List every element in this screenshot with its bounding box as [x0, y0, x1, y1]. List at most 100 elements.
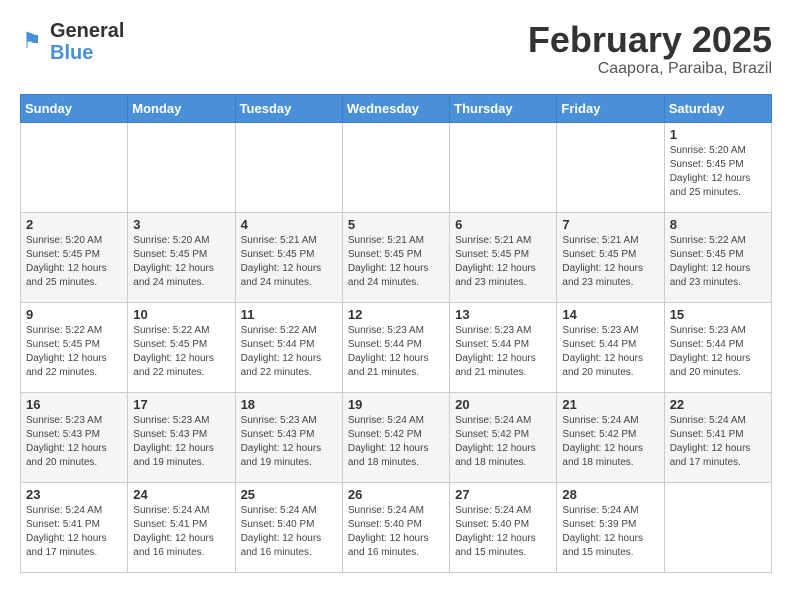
day-info: Sunrise: 5:24 AM Sunset: 5:42 PM Dayligh…	[455, 414, 551, 470]
day-info: Sunrise: 5:21 AM Sunset: 5:45 PM Dayligh…	[455, 234, 551, 290]
weekday-header-monday: Monday	[128, 94, 235, 122]
day-number: 24	[133, 487, 229, 502]
calendar-cell: 4Sunrise: 5:21 AM Sunset: 5:45 PM Daylig…	[235, 212, 342, 302]
month-year: February 2025	[528, 20, 772, 60]
day-info: Sunrise: 5:23 AM Sunset: 5:44 PM Dayligh…	[670, 324, 766, 380]
day-info: Sunrise: 5:23 AM Sunset: 5:44 PM Dayligh…	[455, 324, 551, 380]
day-number: 28	[562, 487, 658, 502]
weekday-header-friday: Friday	[557, 94, 664, 122]
day-number: 25	[241, 487, 337, 502]
calendar-cell	[664, 482, 771, 572]
weekday-header-thursday: Thursday	[450, 94, 557, 122]
calendar-cell: 1Sunrise: 5:20 AM Sunset: 5:45 PM Daylig…	[664, 122, 771, 212]
calendar-week-2: 2 Sunrise: 5:20 AM Sunset: 5:45 PM Daylig…	[21, 212, 772, 302]
calendar-cell: 24 Sunrise: 5:24 AM Sunset: 5:41 PM Dayli…	[128, 482, 235, 572]
day-number: 5	[348, 217, 444, 232]
calendar-cell: 17Sunrise: 5:23 AM Sunset: 5:43 PM Dayli…	[128, 392, 235, 482]
day-info: Sunrise: 5:21 AM Sunset: 5:45 PM Dayligh…	[562, 234, 658, 290]
weekday-header-tuesday: Tuesday	[235, 94, 342, 122]
day-info: Sunrise: 5:22 AM Sunset: 5:45 PM Dayligh…	[670, 234, 766, 290]
title-block: February 2025 Caapora, Paraiba, Brazil	[528, 20, 772, 78]
calendar-week-5: 23 Sunrise: 5:24 AM Sunset: 5:41 PM Dayli…	[21, 482, 772, 572]
day-info: Sunrise: 5:24 AM Sunset: 5:42 PM Dayligh…	[348, 414, 444, 470]
day-number: 15	[670, 307, 766, 322]
day-info: Sunrise: 5:21 AM Sunset: 5:45 PM Dayligh…	[348, 234, 444, 290]
day-info: Sunrise: 5:24 AM Sunset: 5:41 PM Dayligh…	[670, 414, 766, 470]
day-info: Sunrise: 5:22 AM Sunset: 5:45 PM Dayligh…	[133, 324, 229, 380]
day-number: 7	[562, 217, 658, 232]
day-info: Sunrise: 5:24 AM Sunset: 5:40 PM Dayligh…	[455, 504, 551, 560]
day-number: 10	[133, 307, 229, 322]
calendar-cell: 18 Sunrise: 5:23 AM Sunset: 5:43 PM Dayli…	[235, 392, 342, 482]
day-number: 21	[562, 397, 658, 412]
day-number: 12	[348, 307, 444, 322]
logo-text: General Blue	[50, 20, 124, 64]
day-number: 6	[455, 217, 551, 232]
calendar-cell: 20Sunrise: 5:24 AM Sunset: 5:42 PM Dayli…	[450, 392, 557, 482]
calendar-cell: 26 Sunrise: 5:24 AM Sunset: 5:40 PM Dayli…	[342, 482, 449, 572]
day-number: 11	[241, 307, 337, 322]
day-number: 23	[26, 487, 122, 502]
day-info: Sunrise: 5:20 AM Sunset: 5:45 PM Dayligh…	[670, 144, 766, 200]
page-header: ⚑ General Blue February 2025 Caapora, Pa…	[20, 20, 772, 78]
weekday-header-sunday: Sunday	[21, 94, 128, 122]
calendar-cell	[21, 122, 128, 212]
calendar-cell: 27Sunrise: 5:24 AM Sunset: 5:40 PM Dayli…	[450, 482, 557, 572]
calendar-cell: 3 Sunrise: 5:20 AM Sunset: 5:45 PM Daylig…	[128, 212, 235, 302]
day-info: Sunrise: 5:20 AM Sunset: 5:45 PM Dayligh…	[26, 234, 122, 290]
day-number: 9	[26, 307, 122, 322]
day-info: Sunrise: 5:23 AM Sunset: 5:43 PM Dayligh…	[241, 414, 337, 470]
day-number: 3	[133, 217, 229, 232]
calendar-week-4: 16 Sunrise: 5:23 AM Sunset: 5:43 PM Dayli…	[21, 392, 772, 482]
day-info: Sunrise: 5:24 AM Sunset: 5:40 PM Dayligh…	[241, 504, 337, 560]
calendar-cell: 8 Sunrise: 5:22 AM Sunset: 5:45 PM Daylig…	[664, 212, 771, 302]
calendar-cell	[557, 122, 664, 212]
day-number: 18	[241, 397, 337, 412]
day-info: Sunrise: 5:21 AM Sunset: 5:45 PM Dayligh…	[241, 234, 337, 290]
day-info: Sunrise: 5:22 AM Sunset: 5:45 PM Dayligh…	[26, 324, 122, 380]
day-number: 26	[348, 487, 444, 502]
calendar-cell: 23 Sunrise: 5:24 AM Sunset: 5:41 PM Dayli…	[21, 482, 128, 572]
calendar-header: SundayMondayTuesdayWednesdayThursdayFrid…	[21, 94, 772, 122]
day-info: Sunrise: 5:24 AM Sunset: 5:39 PM Dayligh…	[562, 504, 658, 560]
calendar-week-1: 1Sunrise: 5:20 AM Sunset: 5:45 PM Daylig…	[21, 122, 772, 212]
logo: ⚑ General Blue	[20, 20, 124, 64]
calendar-cell: 21 Sunrise: 5:24 AM Sunset: 5:42 PM Dayli…	[557, 392, 664, 482]
calendar-cell: 9 Sunrise: 5:22 AM Sunset: 5:45 PM Daylig…	[21, 302, 128, 392]
day-info: Sunrise: 5:24 AM Sunset: 5:41 PM Dayligh…	[26, 504, 122, 560]
calendar-cell: 19 Sunrise: 5:24 AM Sunset: 5:42 PM Dayli…	[342, 392, 449, 482]
day-number: 22	[670, 397, 766, 412]
calendar-cell: 28 Sunrise: 5:24 AM Sunset: 5:39 PM Dayli…	[557, 482, 664, 572]
location: Caapora, Paraiba, Brazil	[528, 60, 772, 78]
day-number: 13	[455, 307, 551, 322]
day-number: 8	[670, 217, 766, 232]
day-info: Sunrise: 5:23 AM Sunset: 5:43 PM Dayligh…	[133, 414, 229, 470]
calendar-cell: 16Sunrise: 5:23 AM Sunset: 5:43 PM Dayli…	[21, 392, 128, 482]
day-info: Sunrise: 5:24 AM Sunset: 5:41 PM Dayligh…	[133, 504, 229, 560]
calendar-cell: 13 Sunrise: 5:23 AM Sunset: 5:44 PM Dayli…	[450, 302, 557, 392]
day-info: Sunrise: 5:24 AM Sunset: 5:42 PM Dayligh…	[562, 414, 658, 470]
day-number: 16	[26, 397, 122, 412]
logo-general: General	[50, 20, 124, 42]
calendar-body: 1Sunrise: 5:20 AM Sunset: 5:45 PM Daylig…	[21, 122, 772, 572]
calendar-cell: 5 Sunrise: 5:21 AM Sunset: 5:45 PM Daylig…	[342, 212, 449, 302]
weekday-header-saturday: Saturday	[664, 94, 771, 122]
day-info: Sunrise: 5:22 AM Sunset: 5:44 PM Dayligh…	[241, 324, 337, 380]
calendar-cell: 11 Sunrise: 5:22 AM Sunset: 5:44 PM Dayli…	[235, 302, 342, 392]
day-number: 2	[26, 217, 122, 232]
calendar-cell: 10 Sunrise: 5:22 AM Sunset: 5:45 PM Dayli…	[128, 302, 235, 392]
day-info: Sunrise: 5:24 AM Sunset: 5:40 PM Dayligh…	[348, 504, 444, 560]
calendar-cell: 2 Sunrise: 5:20 AM Sunset: 5:45 PM Daylig…	[21, 212, 128, 302]
calendar-cell: 22 Sunrise: 5:24 AM Sunset: 5:41 PM Dayli…	[664, 392, 771, 482]
weekday-row: SundayMondayTuesdayWednesdayThursdayFrid…	[21, 94, 772, 122]
calendar-cell	[128, 122, 235, 212]
day-number: 14	[562, 307, 658, 322]
svg-text:⚑: ⚑	[22, 28, 42, 53]
weekday-header-wednesday: Wednesday	[342, 94, 449, 122]
calendar-week-3: 9 Sunrise: 5:22 AM Sunset: 5:45 PM Daylig…	[21, 302, 772, 392]
day-info: Sunrise: 5:23 AM Sunset: 5:44 PM Dayligh…	[562, 324, 658, 380]
day-info: Sunrise: 5:20 AM Sunset: 5:45 PM Dayligh…	[133, 234, 229, 290]
calendar-cell: 12 Sunrise: 5:23 AM Sunset: 5:44 PM Dayli…	[342, 302, 449, 392]
day-info: Sunrise: 5:23 AM Sunset: 5:44 PM Dayligh…	[348, 324, 444, 380]
day-number: 19	[348, 397, 444, 412]
